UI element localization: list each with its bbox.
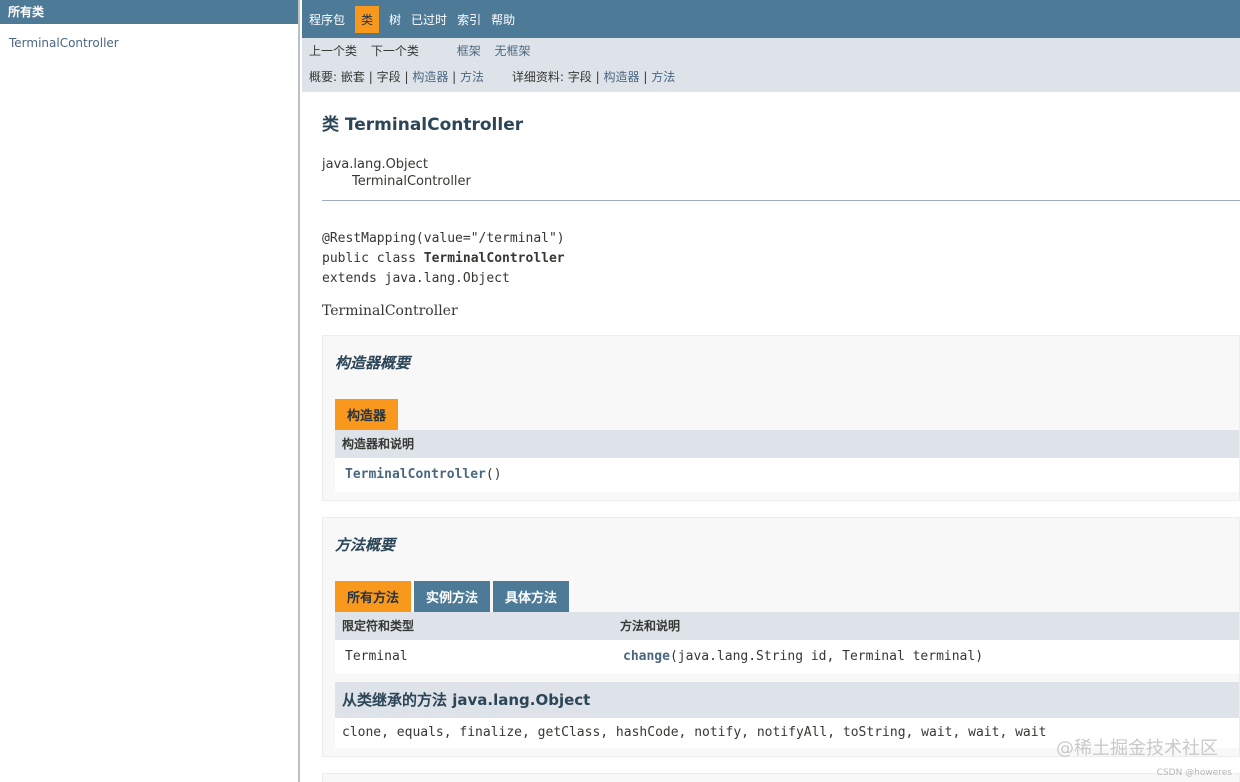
nav-package[interactable]: 程序包: [309, 6, 345, 33]
detail-method-link[interactable]: 方法: [651, 70, 675, 84]
nav-deprecated[interactable]: 已过时: [411, 6, 447, 33]
nav-index[interactable]: 索引: [457, 6, 481, 33]
method-link-change[interactable]: change: [623, 649, 670, 664]
inheritance-tree: java.lang.Object TerminalController: [322, 156, 1240, 190]
constructor-table-header: 构造器和说明: [335, 430, 1239, 458]
summary-method-link[interactable]: 方法: [460, 70, 484, 84]
detail-field: 字段: [567, 70, 592, 84]
next-section-block: [322, 773, 1240, 782]
inherited-methods-header: 从类继承的方法 java.lang.Object: [335, 682, 1239, 718]
top-navbar: 程序包 类 树 已过时 索引 帮助: [302, 0, 1240, 38]
constructor-link[interactable]: TerminalController: [345, 458, 486, 492]
all-classes-header: 所有类: [0, 0, 298, 24]
summary-nested: 嵌套: [340, 70, 365, 84]
sub-navbar: 上一个类 下一个类 框架 无框架 概要: 嵌套 | 字段 | 构造器 | 方法 …: [302, 38, 1240, 92]
extends-line: extends java.lang.Object: [322, 271, 510, 286]
table-row: Terminal change(java.lang.String id, Ter…: [335, 640, 1239, 674]
watermark: @稀土掘金技术社区: [1056, 738, 1218, 759]
summary-label: 概要:: [309, 70, 338, 84]
tab-instance-methods[interactable]: 实例方法: [414, 581, 491, 612]
summary-field: 字段: [376, 70, 401, 84]
class-description: TerminalController: [322, 303, 458, 319]
method-summary-title: 方法概要: [335, 536, 396, 554]
nav-tree[interactable]: 树: [389, 6, 401, 33]
class-name: TerminalController: [423, 251, 565, 266]
class-content: 类 TerminalController java.lang.Object Te…: [302, 110, 1240, 782]
table-row: TerminalController(): [335, 458, 1239, 492]
divider: [322, 200, 1240, 201]
tab-all-methods[interactable]: 所有方法: [335, 581, 412, 612]
detail-label: 详细资料:: [511, 70, 564, 84]
page-title: 类 TerminalController: [322, 115, 524, 135]
prev-class-link[interactable]: 上一个类: [309, 44, 357, 58]
tab-concrete-methods[interactable]: 具体方法: [493, 581, 570, 612]
class-link-terminalcontroller[interactable]: TerminalController: [9, 36, 298, 50]
tab-constructor: 构造器: [335, 399, 399, 430]
detail-constructor-link[interactable]: 构造器: [603, 70, 639, 84]
summary-constructor-link[interactable]: 构造器: [412, 70, 448, 84]
hierarchy-leaf: TerminalController: [352, 174, 471, 189]
class-signature: @RestMapping(value="/terminal") public c…: [322, 231, 565, 286]
watermark-small: CSDN @howeres: [1156, 768, 1232, 778]
class-frame: 程序包 类 树 已过时 索引 帮助 上一个类 下一个类 框架 无框架 概要: 嵌…: [302, 0, 1240, 782]
constructor-summary-title: 构造器概要: [335, 354, 411, 372]
method-summary: 方法概要 所有方法 实例方法 具体方法 限定符和类型 方法和说明 Termina…: [322, 517, 1240, 757]
method-table-header: 限定符和类型 方法和说明: [335, 612, 1239, 640]
no-frames-link[interactable]: 无框架: [495, 44, 531, 58]
nav-class[interactable]: 类: [355, 5, 380, 33]
hierarchy-root: java.lang.Object: [322, 157, 428, 172]
constructor-summary: 构造器概要 构造器 构造器和说明 TerminalController(): [322, 335, 1240, 501]
all-classes-frame: 所有类 TerminalController: [0, 0, 300, 782]
frames-link[interactable]: 框架: [457, 44, 481, 58]
next-class-link[interactable]: 下一个类: [371, 44, 419, 58]
nav-help[interactable]: 帮助: [491, 6, 515, 33]
method-return-type: Terminal: [345, 649, 408, 664]
annotation: @RestMapping(value="/terminal"): [322, 231, 565, 246]
